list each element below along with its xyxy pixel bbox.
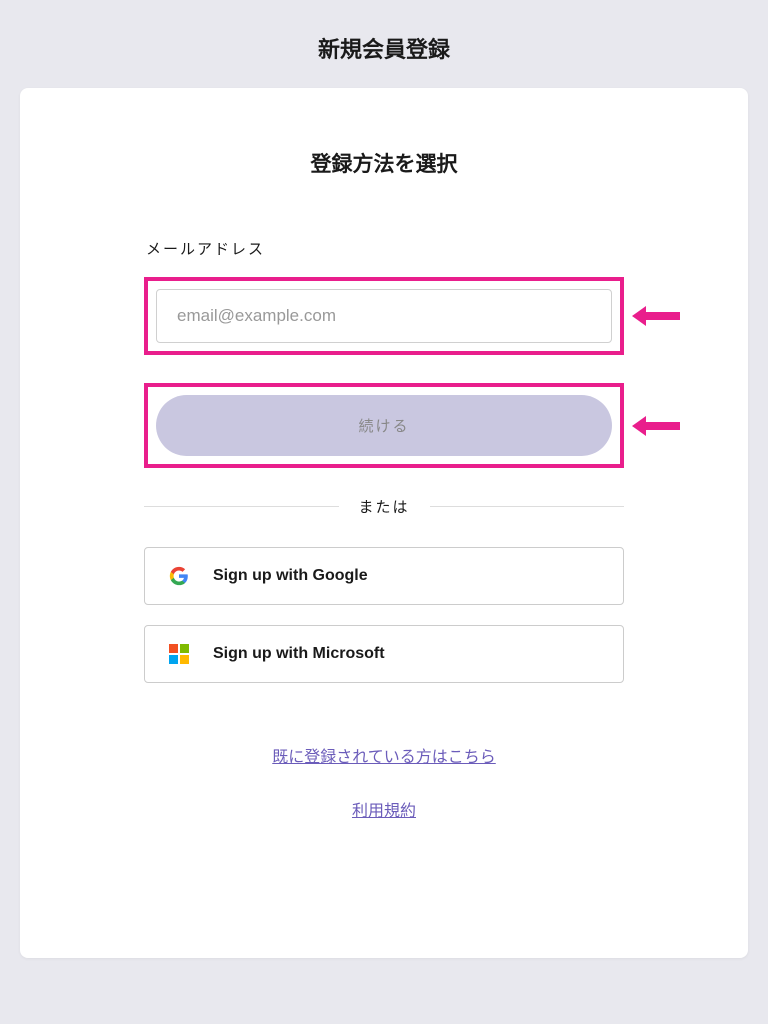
- google-signup-button[interactable]: Sign up with Google: [144, 547, 624, 605]
- card-title: 登録方法を選択: [70, 148, 698, 178]
- email-input[interactable]: [156, 289, 612, 343]
- email-label: メールアドレス: [144, 238, 624, 259]
- email-highlight-box: [144, 277, 624, 355]
- existing-user-link[interactable]: 既に登録されている方はこちら: [144, 743, 624, 767]
- divider-text: または: [339, 496, 430, 517]
- google-icon: [169, 566, 189, 586]
- continue-button[interactable]: 続ける: [156, 395, 612, 456]
- links-container: 既に登録されている方はこちら 利用規約: [144, 743, 624, 821]
- signup-card: 登録方法を選択 メールアドレス 続ける または: [20, 88, 748, 958]
- divider: または: [144, 496, 624, 517]
- microsoft-signup-label: Sign up with Microsoft: [213, 645, 385, 663]
- microsoft-icon: [169, 644, 189, 664]
- form-container: メールアドレス 続ける または: [144, 238, 624, 821]
- microsoft-signup-button[interactable]: Sign up with Microsoft: [144, 625, 624, 683]
- continue-highlight-box: 続ける: [144, 383, 624, 468]
- divider-line: [430, 506, 625, 507]
- arrow-icon: [632, 304, 680, 328]
- arrow-icon: [632, 414, 680, 438]
- divider-line: [144, 506, 339, 507]
- page-title: 新規会員登録: [0, 0, 768, 88]
- google-signup-label: Sign up with Google: [213, 567, 368, 585]
- terms-link[interactable]: 利用規約: [144, 797, 624, 821]
